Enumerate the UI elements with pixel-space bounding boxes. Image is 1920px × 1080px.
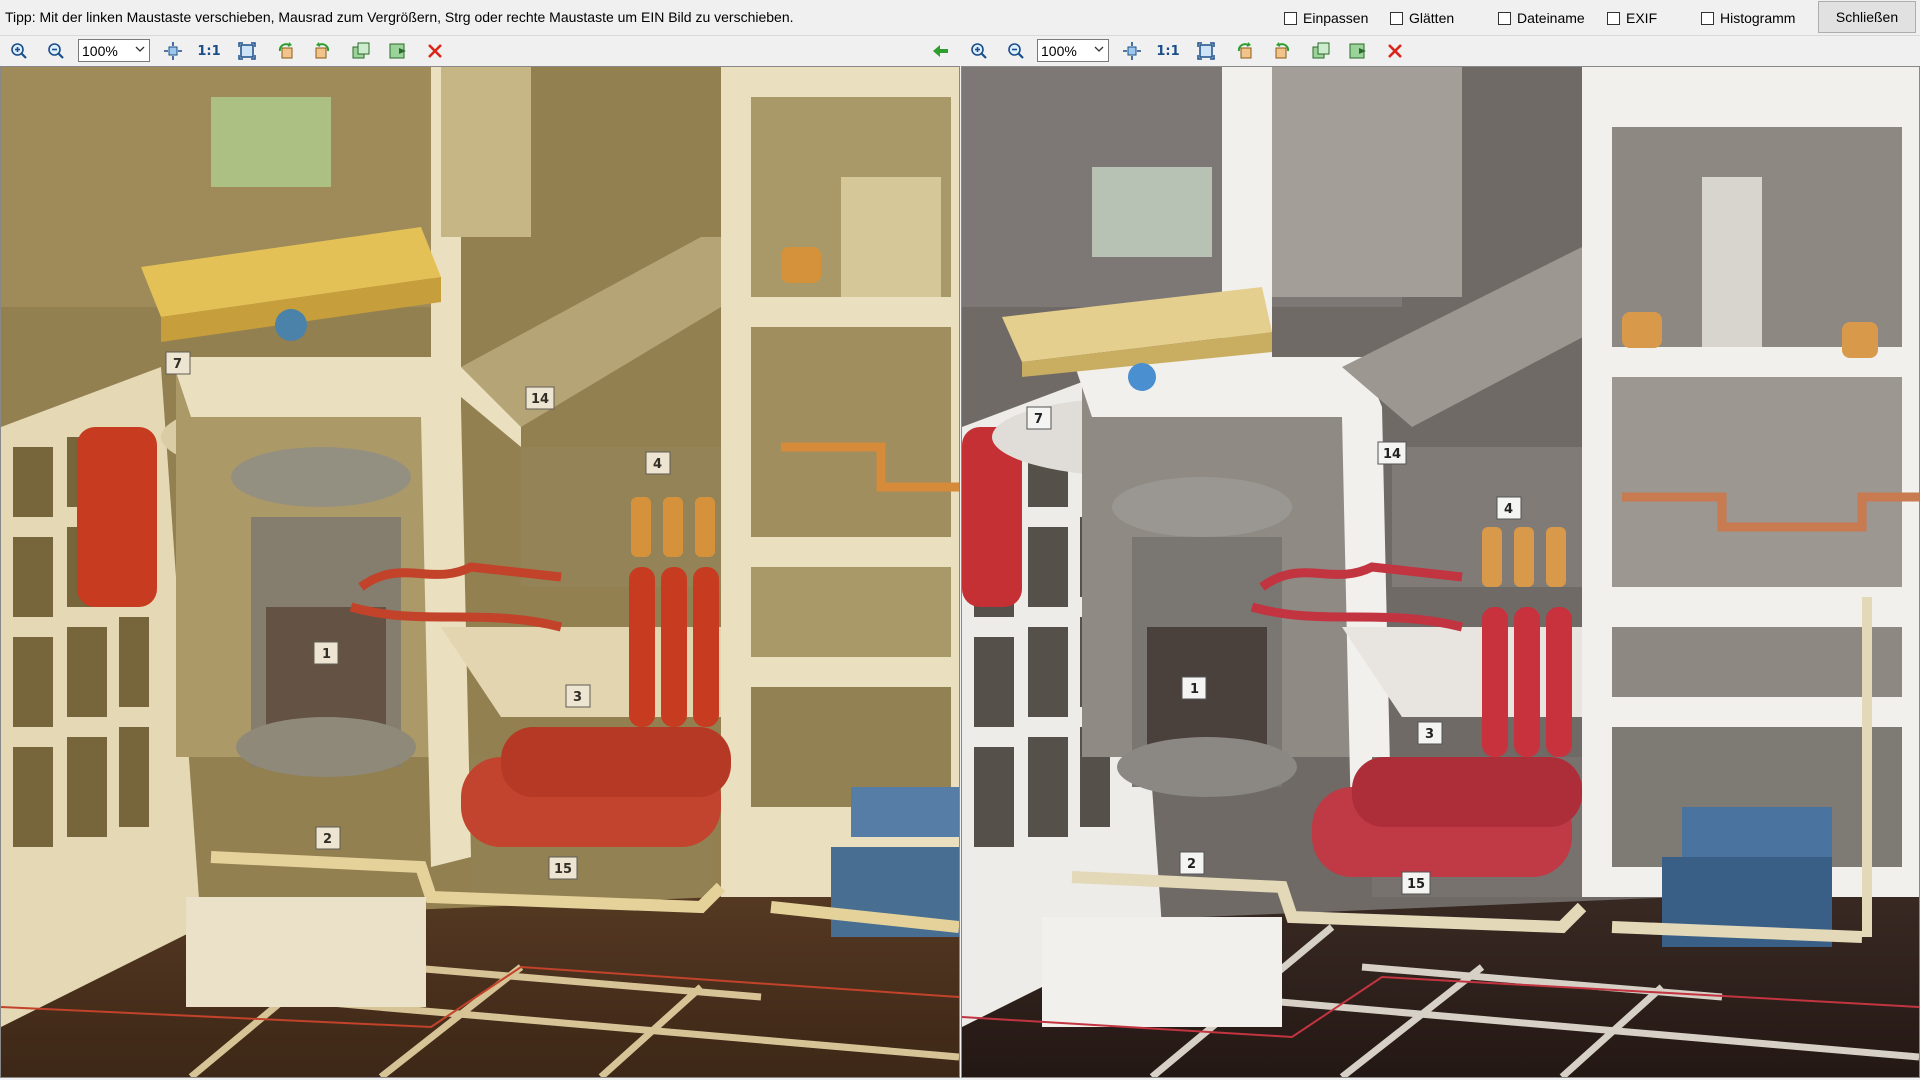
exif-label: EXIF <box>1626 10 1658 26</box>
close-button[interactable]: Schließen <box>1818 1 1916 33</box>
zoom-select[interactable]: 100% <box>78 39 150 62</box>
reactor-model-photo-right: 7 14 4 1 3 2 15 <box>962 67 1919 1077</box>
chevron-down-icon <box>134 42 146 59</box>
zoom-out-icon[interactable] <box>45 40 67 62</box>
save-image-icon[interactable] <box>1347 40 1369 62</box>
tip-bar: Tipp: Mit der linken Maustaste verschieb… <box>0 0 1920 36</box>
label-3: 3 <box>1425 727 1434 742</box>
einpassen-label: Einpassen <box>1303 10 1369 26</box>
right-viewer-toolbar: 100% 1:1 <box>961 36 1920 66</box>
histogramm-label: Histogramm <box>1720 10 1796 26</box>
dateiname-checkbox[interactable] <box>1498 11 1511 25</box>
full-view-icon[interactable] <box>1195 40 1217 62</box>
label-2: 2 <box>1187 857 1196 872</box>
label-14: 14 <box>1383 447 1401 462</box>
einpassen-checkbox[interactable] <box>1284 11 1297 25</box>
full-view-icon[interactable] <box>236 40 258 62</box>
close-image-icon[interactable] <box>424 40 446 62</box>
fit-to-window-icon[interactable] <box>1121 40 1143 62</box>
label-1: 1 <box>1190 682 1199 697</box>
exif-checkbox[interactable] <box>1607 11 1620 25</box>
option-histogramm[interactable]: Histogramm <box>1701 10 1795 26</box>
rotate-right-icon[interactable] <box>1271 40 1293 62</box>
zoom-value: 100% <box>82 43 118 59</box>
right-image-pane[interactable]: 7 14 4 1 3 2 15 <box>961 66 1920 1078</box>
label-7: 7 <box>1034 412 1043 427</box>
option-dateiname[interactable]: Dateiname <box>1498 10 1585 26</box>
chevron-down-icon <box>1093 42 1105 59</box>
zoom-in-icon[interactable] <box>968 40 990 62</box>
label-15: 15 <box>1407 877 1425 892</box>
rotate-left-icon[interactable] <box>275 40 297 62</box>
glaetten-label: Glätten <box>1409 10 1455 26</box>
tip-text: Tipp: Mit der linken Maustaste verschieb… <box>5 9 794 25</box>
one-to-one-button[interactable]: 1:1 <box>197 40 220 62</box>
option-einpassen[interactable]: Einpassen <box>1284 10 1368 26</box>
zoom-in-icon[interactable] <box>8 40 30 62</box>
option-glaetten[interactable]: Glätten <box>1390 10 1454 26</box>
label-4: 4 <box>1504 502 1513 517</box>
fit-to-window-icon[interactable] <box>162 40 184 62</box>
save-image-icon[interactable] <box>387 40 409 62</box>
copy-image-icon[interactable] <box>1310 40 1332 62</box>
histogramm-checkbox[interactable] <box>1701 11 1714 25</box>
option-exif[interactable]: EXIF <box>1607 10 1657 26</box>
copy-image-icon[interactable] <box>350 40 372 62</box>
dateiname-label: Dateiname <box>1517 10 1585 26</box>
zoom-value: 100% <box>1041 43 1077 59</box>
glaetten-checkbox[interactable] <box>1390 11 1403 25</box>
zoom-out-icon[interactable] <box>1005 40 1027 62</box>
close-image-icon[interactable] <box>1384 40 1406 62</box>
sync-arrow-left-icon[interactable] <box>930 40 952 62</box>
zoom-select[interactable]: 100% <box>1037 39 1109 62</box>
rotate-left-icon[interactable] <box>1234 40 1256 62</box>
one-to-one-button[interactable]: 1:1 <box>1156 40 1179 62</box>
rotate-right-icon[interactable] <box>311 40 333 62</box>
left-viewer-toolbar: 100% 1:1 <box>0 36 960 66</box>
left-image-pane[interactable]: 7 14 4 1 3 2 15 <box>0 66 960 1078</box>
reactor-model-photo-left: 7 14 4 1 3 2 15 <box>1 67 959 1077</box>
